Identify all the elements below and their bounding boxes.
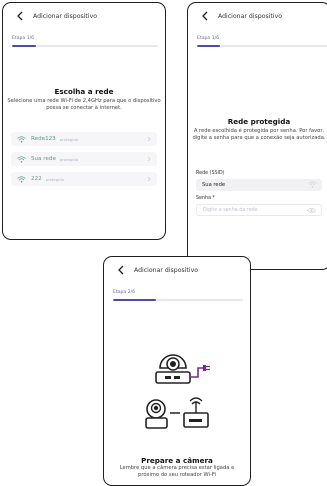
step-label: Etapa 1/6 — [197, 36, 220, 41]
progress-bar — [197, 45, 327, 48]
password-input[interactable]: Digite a senha da rede — [196, 204, 322, 216]
network-tag: protegida — [59, 136, 78, 142]
ssid-field: Sua rede — [196, 179, 322, 191]
page-title: Escolha a rede — [54, 87, 114, 96]
back-arrow-icon[interactable] — [114, 263, 128, 277]
step-label: Etapa 2/6 — [113, 290, 136, 295]
camera-router-illustration — [145, 397, 209, 429]
eye-icon[interactable] — [307, 207, 316, 214]
chevron-right-icon — [147, 136, 151, 142]
network-item-rede123[interactable]: Rede123 protegida — [11, 132, 157, 146]
screen-choose-network: Adicionar dispositivo Etapa 1/6 Escolha … — [2, 2, 166, 240]
network-tag: protegida — [59, 156, 79, 162]
network-item-sua-rede[interactable]: Sua rede protegida — [11, 152, 157, 166]
network-name: 222 — [31, 176, 42, 182]
chevron-right-icon — [147, 156, 151, 162]
network-item-222[interactable]: 222 protegida — [11, 172, 157, 186]
ssid-label: Rede (SSID) — [196, 171, 225, 176]
progress-bar — [12, 45, 158, 48]
header-title: Adicionar dispositivo — [33, 12, 98, 20]
progress-fill — [197, 45, 220, 48]
progress-fill — [113, 299, 157, 302]
wifi-icon — [17, 135, 26, 143]
wifi-icon — [17, 175, 26, 183]
password-placeholder: Digite a senha da rede — [203, 207, 258, 213]
back-arrow-icon[interactable] — [13, 9, 27, 23]
page-subtitle: Selecione uma rede Wi-Fi de 2,4GHz para … — [7, 98, 161, 111]
network-tag: protegida — [45, 176, 64, 182]
wifi-icon — [308, 181, 317, 188]
back-arrow-icon[interactable] — [198, 9, 212, 23]
ssid-value: Sua rede — [202, 182, 226, 188]
header-title: Adicionar dispositivo — [134, 266, 199, 274]
header-title: Adicionar dispositivo — [218, 12, 283, 20]
screen-protected-network: Adicionar dispositivo Etapa 1/6 Rede pro… — [187, 2, 327, 270]
password-label: Senha * — [196, 196, 215, 201]
page-title: Prepare a câmera — [141, 456, 213, 465]
header: Adicionar dispositivo — [104, 257, 250, 283]
network-name: Sua rede — [31, 156, 56, 162]
step-label: Etapa 1/6 — [12, 36, 35, 41]
header: Adicionar dispositivo — [188, 3, 327, 29]
chevron-right-icon — [147, 176, 151, 182]
header: Adicionar dispositivo — [3, 3, 165, 29]
camera-power-illustration — [155, 354, 210, 384]
wifi-icon — [17, 155, 26, 163]
network-name: Rede123 — [31, 136, 56, 142]
progress-bar — [113, 299, 243, 302]
progress-fill — [12, 45, 37, 48]
page-subtitle: Lembre que a câmera precisa estar ligada… — [119, 465, 235, 478]
screen-prepare-camera: Adicionar dispositivo Etapa 2/6 Prepare … — [103, 256, 251, 486]
page-subtitle: A rede escolhida é protegida por senha. … — [192, 128, 326, 141]
page-title: Rede protegida — [227, 117, 291, 126]
